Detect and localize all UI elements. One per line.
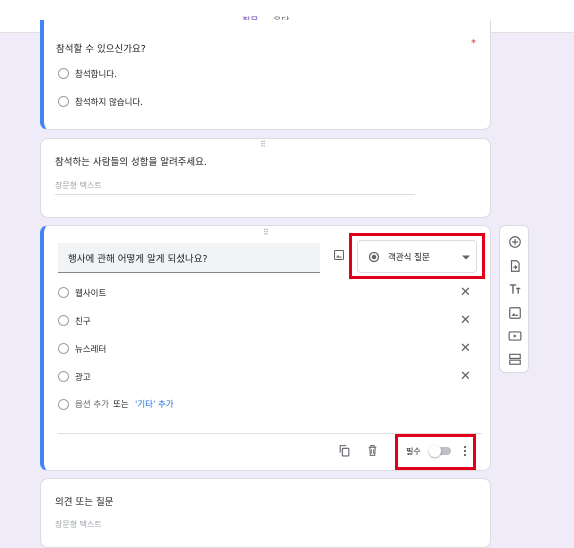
question-input[interactable]: 행사에 관해 어떻게 알게 되셨나요? — [58, 243, 320, 273]
question-card-names[interactable]: ⠿ 참석하는 사람들의 성함을 알려주세요. 장문형 텍스트 — [40, 138, 491, 218]
close-icon[interactable]: ✕ — [460, 314, 471, 327]
close-icon[interactable]: ✕ — [460, 342, 471, 355]
question-title: 의견 또는 질문 — [55, 497, 114, 508]
trash-icon[interactable] — [366, 444, 379, 457]
add-option-button[interactable]: 옵션 추가 — [75, 398, 109, 410]
radio-icon — [58, 343, 69, 354]
question-title: 참석하는 사람들의 성함을 알려주세요. — [55, 157, 207, 168]
radio-icon — [58, 287, 69, 298]
radio-icon[interactable] — [58, 68, 69, 79]
required-asterisk: * — [471, 38, 476, 49]
long-answer-placeholder: 장문형 텍스트 — [55, 520, 102, 529]
video-icon[interactable] — [508, 329, 522, 343]
answer-underline — [55, 194, 415, 195]
question-text: 행사에 관해 어떻게 알게 되셨나요? — [68, 254, 208, 265]
question-title: 참석할 수 있으신가요? — [56, 44, 146, 55]
option-label: 참석합니다. — [75, 70, 117, 80]
section-icon[interactable] — [508, 352, 522, 366]
radio-icon — [58, 315, 69, 326]
import-icon[interactable] — [508, 259, 522, 273]
drag-handle-icon[interactable]: ⠿ — [263, 228, 269, 237]
question-card-attendance[interactable]: 참석할 수 있으신가요? * 참석합니다. 참석하지 않습니다. — [40, 20, 491, 130]
option-input[interactable]: 광고 — [75, 371, 91, 383]
image-icon[interactable] — [508, 306, 522, 320]
image-icon[interactable] — [333, 249, 345, 261]
option-input[interactable]: 웹사이트 — [75, 287, 106, 299]
add-other-button[interactable]: '기타' 추가 — [135, 398, 174, 410]
option-input[interactable]: 뉴스레터 — [75, 343, 106, 355]
radio-icon — [58, 371, 69, 382]
option-label: 참석하지 않습니다. — [75, 98, 143, 108]
or-text: 또는 — [113, 400, 129, 410]
radio-icon[interactable] — [58, 96, 69, 107]
add-circle-icon[interactable] — [508, 235, 522, 249]
close-icon[interactable]: ✕ — [460, 370, 471, 383]
question-card-how-heard[interactable]: ⠿ 행사에 관해 어떻게 알게 되셨나요? 객관식 질문 웹사이트 ✕ 친구 ✕… — [40, 225, 491, 471]
close-icon[interactable]: ✕ — [460, 286, 471, 299]
floating-toolbar — [499, 225, 529, 373]
drag-handle-icon[interactable]: ⠿ — [260, 140, 266, 149]
long-answer-placeholder: 장문형 텍스트 — [55, 181, 102, 190]
option-input[interactable]: 친구 — [75, 315, 91, 327]
highlight-box — [395, 434, 476, 470]
highlight-box — [349, 233, 485, 279]
copy-icon[interactable] — [338, 444, 351, 457]
title-icon[interactable] — [508, 282, 522, 296]
question-card-comments[interactable]: 의견 또는 질문 장문형 텍스트 — [40, 478, 491, 548]
radio-icon — [58, 399, 69, 410]
